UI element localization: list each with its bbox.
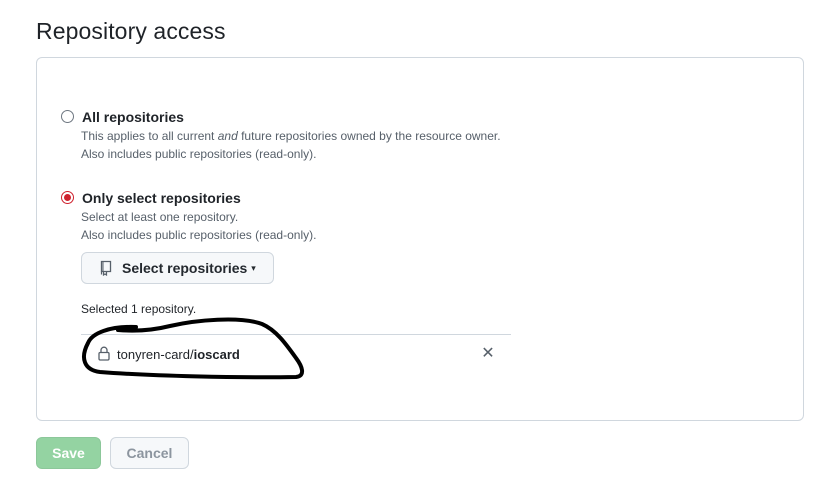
selected-count-text: Selected 1 repository. (81, 302, 197, 316)
repo-full-name[interactable]: tonyren-card/ioscard (117, 347, 240, 362)
remove-repo-button[interactable]: ✕ (481, 345, 495, 363)
only-select-repositories-label[interactable]: Only select repositories (82, 190, 241, 206)
repo-icon (99, 260, 113, 277)
repository-access-page: Repository access All repositories This … (0, 0, 831, 483)
select-repositories-button[interactable]: Select repositories ▾ (81, 252, 274, 284)
all-repositories-note: Also includes public repositories (read-… (81, 147, 317, 161)
only-select-repositories-radio[interactable] (61, 191, 74, 204)
lock-icon (98, 346, 110, 361)
section-title: Repository access (36, 18, 226, 44)
all-repositories-label[interactable]: All repositories (82, 109, 184, 125)
save-button[interactable]: Save (36, 437, 101, 469)
select-repositories-label: Select repositories (122, 260, 248, 276)
all-repositories-radio[interactable] (61, 110, 74, 123)
chevron-down-icon: ▾ (251, 262, 256, 273)
selected-repo-row: tonyren-card/ioscard ✕ (81, 334, 511, 374)
cancel-button[interactable]: Cancel (110, 437, 189, 469)
only-select-note: Also includes public repositories (read-… (81, 228, 317, 242)
all-repositories-description: This applies to all current and future r… (81, 129, 501, 143)
only-select-description: Select at least one repository. (81, 210, 239, 224)
